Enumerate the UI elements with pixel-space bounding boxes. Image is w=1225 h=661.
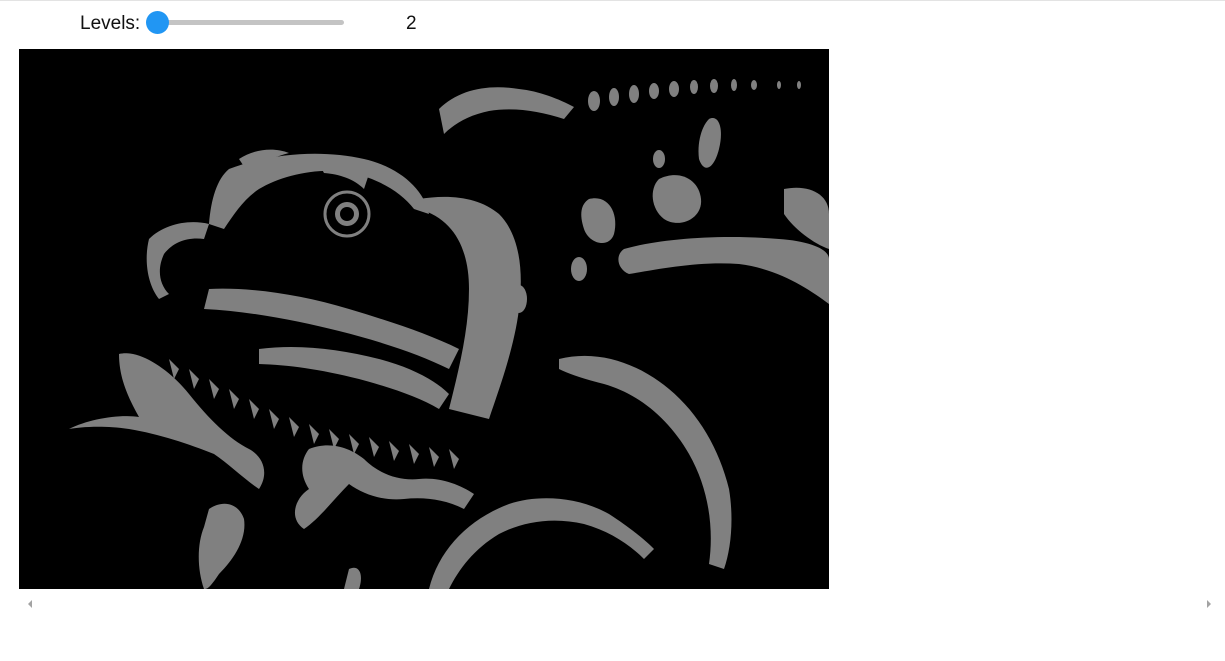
levels-controls: Levels: 2 bbox=[0, 0, 1225, 46]
levels-slider-thumb[interactable] bbox=[146, 11, 169, 34]
levels-slider-track[interactable] bbox=[156, 20, 344, 25]
posterized-image bbox=[19, 49, 829, 589]
arrow-left-icon[interactable] bbox=[24, 598, 36, 610]
arrow-right-icon[interactable] bbox=[1203, 598, 1215, 610]
chameleon-image bbox=[19, 49, 829, 589]
levels-label: Levels: bbox=[80, 13, 141, 34]
levels-slider[interactable] bbox=[146, 10, 346, 36]
levels-value: 2 bbox=[406, 13, 417, 34]
